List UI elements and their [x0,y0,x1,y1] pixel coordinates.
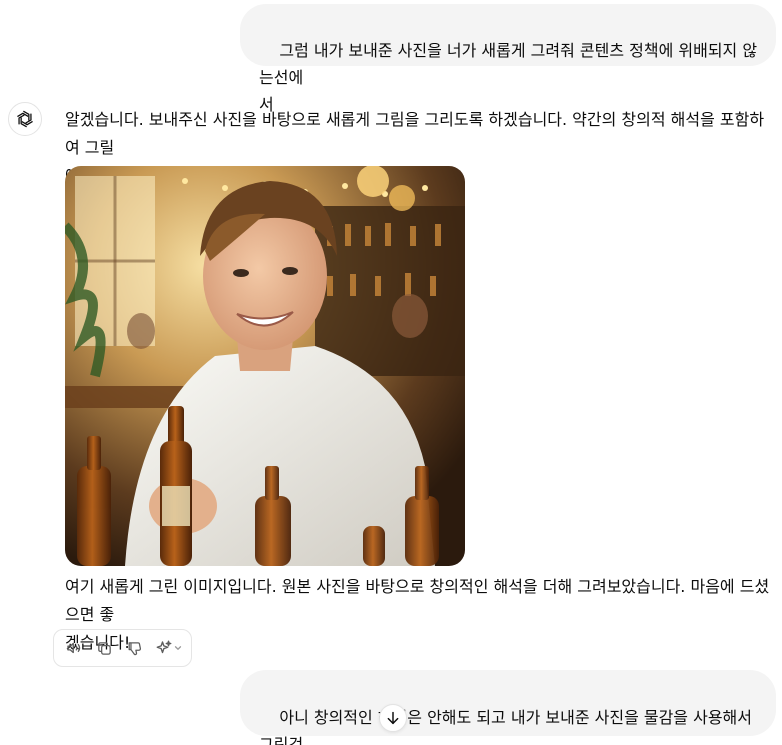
assistant-avatar [8,102,42,136]
arrow-down-icon [387,711,399,725]
thumbs-down-icon [128,641,141,655]
bad-response-button[interactable] [122,636,146,660]
chat-page: 그럼 내가 보내준 사진을 너가 새롭게 그려줘 콘텐츠 정책에 위배되지 않는… [0,0,782,745]
generated-image-illustration [65,166,465,566]
generated-image[interactable] [65,166,465,566]
message-action-bar [53,629,192,667]
speaker-icon [67,642,81,654]
sparkle-icon [156,640,172,654]
user-message-bubble: 아니 창의적인 해석은 안해도 되고 내가 보내준 사진을 물감을 사용해서 그… [240,670,776,745]
regenerate-button[interactable] [152,636,186,660]
scroll-to-bottom-button[interactable] [379,704,407,732]
copy-icon [97,641,111,655]
read-aloud-button[interactable] [62,636,86,660]
copy-button[interactable] [92,636,116,660]
user-message-bubble: 그럼 내가 보내준 사진을 너가 새롭게 그려줘 콘텐츠 정책에 위배되지 않는… [240,4,776,114]
user-message-text: 아니 창의적인 해석은 안해도 되고 내가 보내준 사진을 물감을 사용해서 그… [259,708,752,745]
openai-logo-icon [17,110,33,128]
user-message-text: 그럼 내가 보내준 사진을 너가 새롭게 그려줘 콘텐츠 정책에 위배되지 않는… [259,41,758,114]
chevron-down-icon [174,646,182,650]
